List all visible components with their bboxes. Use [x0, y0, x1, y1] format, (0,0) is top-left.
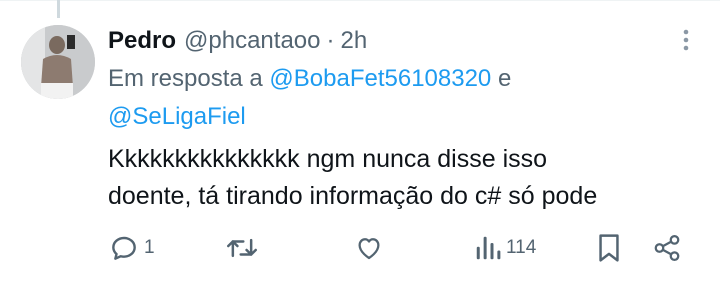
- bookmark-button[interactable]: [596, 228, 622, 268]
- retweet-button[interactable]: [225, 228, 263, 268]
- views-count: 114: [506, 237, 537, 258]
- share-icon: [654, 235, 680, 261]
- action-bar: 1 114: [108, 228, 698, 268]
- more-options-button[interactable]: [676, 26, 696, 54]
- tweet-text-line: doente, tá tirando informação do c# só p…: [108, 182, 598, 210]
- reply-icon: [112, 236, 136, 260]
- reply-context: Em resposta a @BobaFet56108320 e @SeLiga…: [108, 60, 628, 136]
- author-handle[interactable]: @phcantaoo: [184, 27, 320, 55]
- reply-prefix: Em resposta a: [108, 65, 263, 92]
- separator-dot: ·: [326, 27, 335, 54]
- mention-link[interactable]: @SeLigaFiel: [108, 103, 246, 130]
- tweet-text-line: Kkkkkkkkkkkkkkk ngm nunca disse isso: [108, 145, 548, 173]
- thread-connector-line: [57, 0, 60, 18]
- tweet-timestamp[interactable]: 2h: [340, 27, 367, 55]
- top-divider: [0, 0, 720, 1]
- heart-icon: [358, 238, 380, 260]
- bookmark-icon: [599, 234, 619, 262]
- share-button[interactable]: [652, 228, 682, 268]
- reply-joiner: e: [497, 65, 512, 92]
- like-button[interactable]: [354, 228, 388, 268]
- views-chart-icon: [476, 236, 501, 260]
- more-vertical-icon: [683, 29, 689, 51]
- views-button[interactable]: 114: [474, 228, 536, 268]
- reply-count: 1: [144, 237, 155, 258]
- mention-link[interactable]: @BobaFet56108320: [269, 65, 491, 92]
- tweet-header: Pedro @phcantaoo · 2h: [108, 24, 367, 58]
- tweet-text: Kkkkkkkkkkkkkkk ngm nunca disse isso doe…: [108, 141, 698, 215]
- retweet-icon: [227, 238, 257, 258]
- avatar[interactable]: [21, 25, 95, 99]
- author-name[interactable]: Pedro: [108, 27, 176, 55]
- reply-button[interactable]: 1: [108, 228, 155, 268]
